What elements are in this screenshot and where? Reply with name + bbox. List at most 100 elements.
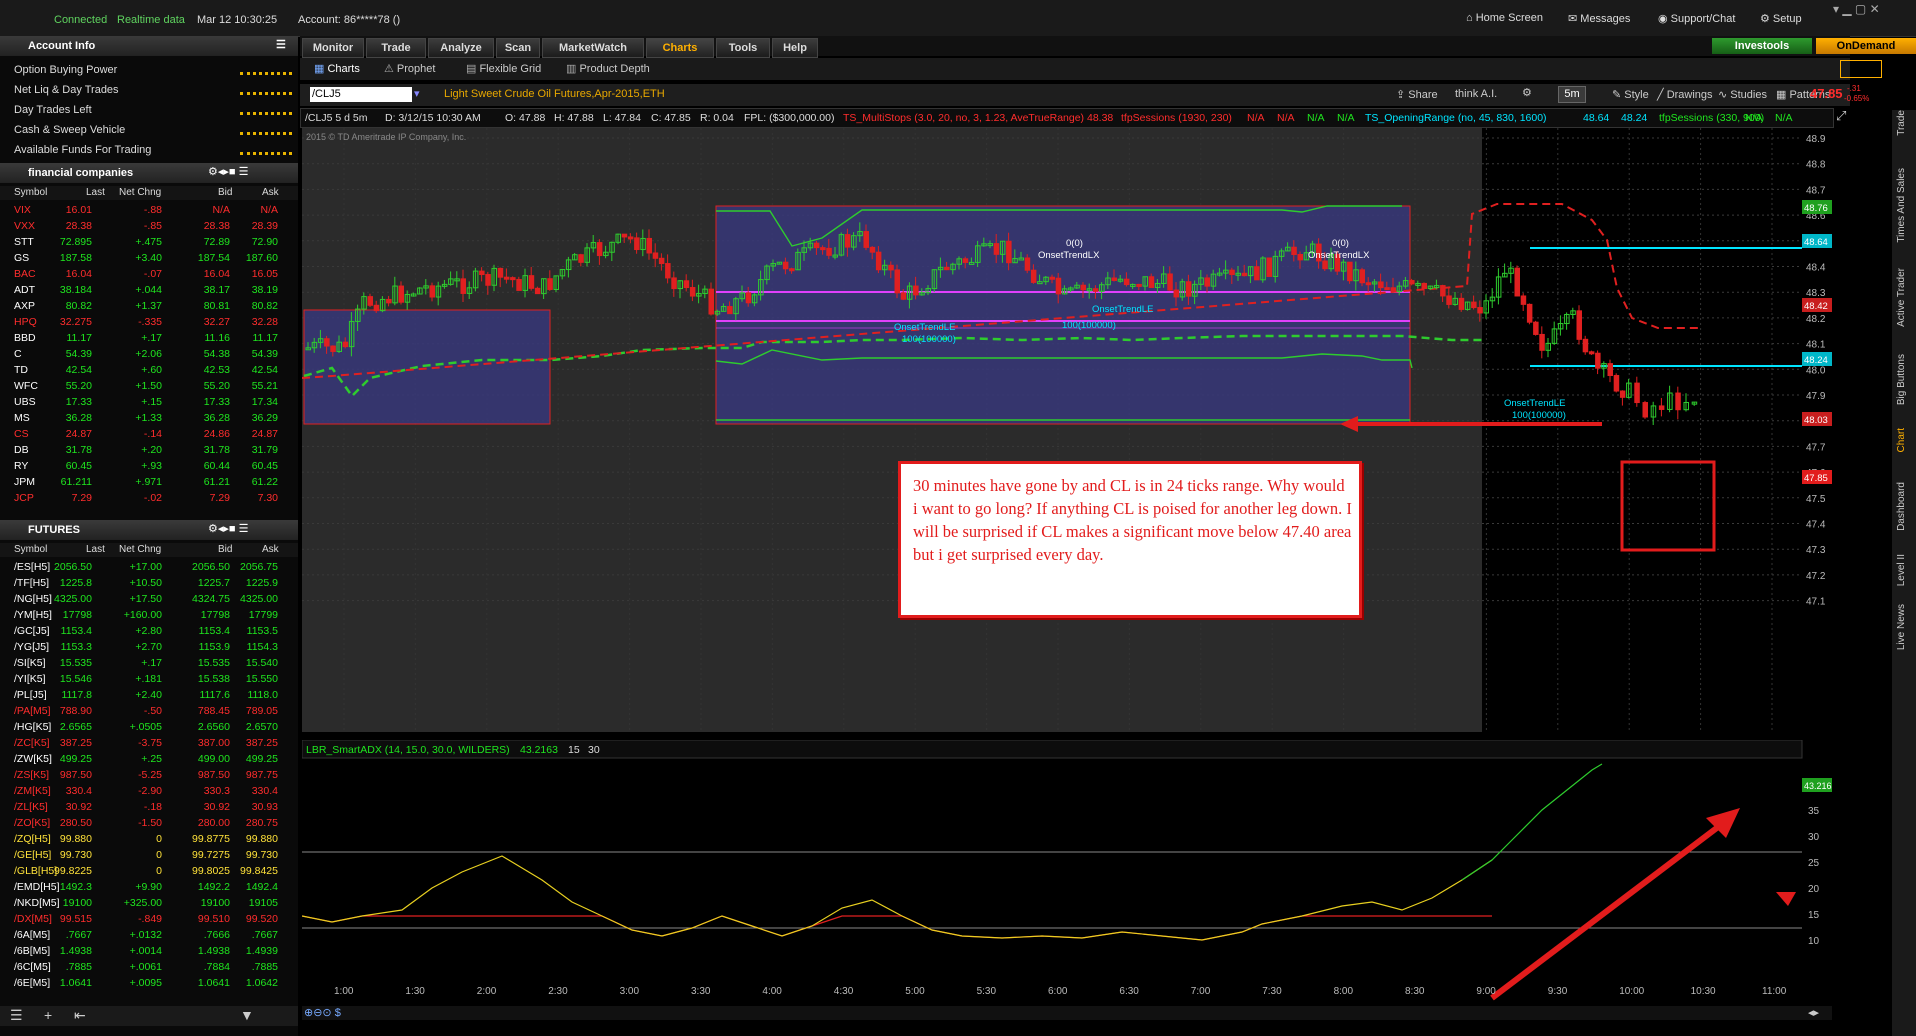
- investools-button[interactable]: Investools: [1712, 38, 1812, 54]
- side-tab-trade[interactable]: Trade: [1896, 110, 1907, 136]
- watchlist-row[interactable]: /6C[M5] .7885 +.0061 .7884 .7885: [0, 959, 280, 975]
- symbol-dropdown-icon[interactable]: ▾: [414, 87, 420, 100]
- chevron-down-icon[interactable]: ▼: [240, 1007, 254, 1023]
- watchlist-row[interactable]: /PA[M5] 788.90 -.50 788.45 789.05: [0, 703, 280, 719]
- col-symbol[interactable]: Symbol: [14, 544, 47, 555]
- watchlist-row[interactable]: /ZQ[H5] 99.880 0 99.8775 99.880: [0, 831, 280, 847]
- chart-expand-icon[interactable]: ⤢: [1836, 108, 1846, 124]
- watchlist-futures-header[interactable]: FUTURES ⚙◂▸■ ☰: [0, 520, 298, 540]
- watchlist-row[interactable]: /SI[K5] 15.535 +.17 15.535 15.540: [0, 655, 280, 671]
- watchlist-row[interactable]: ADT 38.184 +.044 38.17 38.19: [0, 282, 280, 298]
- watchlist-row[interactable]: /YG[J5] 1153.3 +2.70 1153.9 1154.3: [0, 639, 280, 655]
- studies-button[interactable]: ∿ Studies: [1718, 88, 1767, 101]
- watchlist-row[interactable]: /ZC[K5] 387.25 -3.75 387.00 387.25: [0, 735, 280, 751]
- tab-trade[interactable]: Trade: [366, 38, 426, 58]
- subtab-flexible-grid[interactable]: ▤ Flexible Grid: [466, 62, 541, 75]
- watchlist-row[interactable]: MS 36.28 +1.33 36.28 36.29: [0, 410, 280, 426]
- watchlist-financial-header[interactable]: financial companies ⚙◂▸■ ☰: [0, 163, 298, 183]
- watchlist-tools-icon[interactable]: ⚙◂▸■ ☰: [208, 165, 248, 178]
- watchlist-row[interactable]: /GLB[H5] 99.8225 0 99.8025 99.8425: [0, 863, 280, 879]
- watchlist-row[interactable]: CS 24.87 -.14 24.86 24.87: [0, 426, 280, 442]
- watchlist-row[interactable]: WFC 55.20 +1.50 55.20 55.21: [0, 378, 280, 394]
- col-netchng[interactable]: Net Chng: [119, 187, 161, 198]
- subtab-charts[interactable]: ▦ Charts: [314, 62, 360, 75]
- study-openingrange[interactable]: TS_OpeningRange (no, 45, 830, 1600): [1365, 112, 1547, 124]
- subtab-product-depth[interactable]: ▥ Product Depth: [566, 62, 650, 75]
- tab-scan[interactable]: Scan: [496, 38, 540, 58]
- study-tfpsessions-1[interactable]: tfpSessions (1930, 230): [1121, 112, 1232, 124]
- watchlist-row[interactable]: /NG[H5] 4325.00 +17.50 4324.75 4325.00: [0, 591, 280, 607]
- tab-monitor[interactable]: Monitor: [302, 38, 364, 58]
- list-icon[interactable]: ☰: [10, 1007, 23, 1024]
- account-info-header[interactable]: Account Info ☰: [0, 36, 298, 56]
- watchlist-row[interactable]: /6A[M5] .7667 +.0132 .7666 .7667: [0, 927, 280, 943]
- subtab-prophet[interactable]: ⚠ Prophet: [384, 62, 435, 75]
- col-bid[interactable]: Bid: [218, 187, 232, 198]
- watchlist-row[interactable]: /HG[K5] 2.6565 +.0505 2.6560 2.6570: [0, 719, 280, 735]
- watchlist-row[interactable]: /6E[M5] 1.0641 +.0095 1.0641 1.0642: [0, 975, 280, 991]
- watchlist-row[interactable]: /ZW[K5] 499.25 +.25 499.00 499.25: [0, 751, 280, 767]
- watchlist-row[interactable]: /ES[H5] 2056.50 +17.00 2056.50 2056.75: [0, 559, 280, 575]
- col-symbol[interactable]: Symbol: [14, 187, 47, 198]
- ondemand-button[interactable]: OnDemand: [1816, 38, 1916, 54]
- watchlist-row[interactable]: /GE[H5] 99.730 0 99.7275 99.730: [0, 847, 280, 863]
- watchlist-row[interactable]: /ZM[K5] 330.4 -2.90 330.3 330.4: [0, 783, 280, 799]
- side-tab-dashboard[interactable]: Dashboard: [1896, 482, 1907, 531]
- adx-indicator-panel[interactable]: LBR_SmartADX (14, 15.0, 30.0, WILDERS) 4…: [302, 740, 1832, 1006]
- side-tab-active-trader[interactable]: Active Trader: [1896, 268, 1907, 327]
- interval-selector[interactable]: 5m: [1558, 86, 1586, 103]
- menu-icon[interactable]: ☰: [276, 38, 286, 51]
- watchlist-row[interactable]: TD 42.54 +.60 42.53 42.54: [0, 362, 280, 378]
- watchlist-row[interactable]: /ZL[K5] 30.92 -.18 30.92 30.93: [0, 799, 280, 815]
- style-button[interactable]: ✎ Style: [1612, 88, 1649, 101]
- account-number[interactable]: Account: 86*****78 (): [298, 14, 400, 26]
- watchlist-row[interactable]: GS 187.58 +3.40 187.54 187.60: [0, 250, 280, 266]
- watchlist-row[interactable]: DB 31.78 +.20 31.78 31.79: [0, 442, 280, 458]
- messages-button[interactable]: ✉ Messages: [1568, 12, 1630, 25]
- side-tab-level-ii[interactable]: Level II: [1896, 554, 1907, 586]
- watchlist-row[interactable]: /6B[M5] 1.4938 +.0014 1.4938 1.4939: [0, 943, 280, 959]
- price-chart[interactable]: OnsetTrendLE 100(100000) OnsetTrendLX 0(…: [302, 128, 1832, 736]
- watchlist-row[interactable]: VIX 16.01 -.88 N/A N/A: [0, 202, 280, 218]
- watchlist-row[interactable]: /EMD[H5] 1492.3 +9.90 1492.2 1492.4: [0, 879, 280, 895]
- watchlist-row[interactable]: VXX 28.38 -.85 28.38 28.39: [0, 218, 280, 234]
- col-last[interactable]: Last: [86, 544, 105, 555]
- add-icon[interactable]: +: [44, 1007, 52, 1023]
- watchlist-row[interactable]: /ZO[K5] 280.50 -1.50 280.00 280.75: [0, 815, 280, 831]
- col-last[interactable]: Last: [86, 187, 105, 198]
- watchlist-row[interactable]: JPM 61.211 +.971 61.21 61.22: [0, 474, 280, 490]
- setup-button[interactable]: ⚙ Setup: [1760, 12, 1802, 25]
- symbol-input[interactable]: /CLJ5: [310, 87, 412, 102]
- tab-analyze[interactable]: Analyze: [428, 38, 494, 58]
- watchlist-row[interactable]: /ZS[K5] 987.50 -5.25 987.50 987.75: [0, 767, 280, 783]
- watchlist-row[interactable]: HPQ 32.275 -.335 32.27 32.28: [0, 314, 280, 330]
- col-bid[interactable]: Bid: [218, 544, 232, 555]
- watchlist-tools-icon[interactable]: ⚙◂▸■ ☰: [208, 522, 248, 535]
- watchlist-row[interactable]: /PL[J5] 1117.8 +2.40 1117.6 1118.0: [0, 687, 280, 703]
- watchlist-row[interactable]: C 54.39 +2.06 54.38 54.39: [0, 346, 280, 362]
- study-multistops[interactable]: TS_MultiStops (3.0, 20, no, 3, 1.23, Ave…: [843, 112, 1084, 124]
- watchlist-row[interactable]: STT 72.895 +.475 72.89 72.90: [0, 234, 280, 250]
- drawings-button[interactable]: ╱ Drawings: [1657, 88, 1713, 101]
- think-ai-button[interactable]: think A.I.: [1455, 88, 1497, 100]
- support-chat-button[interactable]: ◉ Support/Chat: [1658, 12, 1735, 25]
- col-netchng[interactable]: Net Chng: [119, 544, 161, 555]
- home-screen-button[interactable]: ⌂ Home Screen: [1466, 12, 1543, 24]
- watchlist-row[interactable]: /GC[J5] 1153.4 +2.80 1153.4 1153.5: [0, 623, 280, 639]
- watchlist-row[interactable]: BBD 11.17 +.17 11.16 11.17: [0, 330, 280, 346]
- tab-tools[interactable]: Tools: [716, 38, 770, 58]
- watchlist-row[interactable]: /NKD[M5] 19100 +325.00 19100 19105: [0, 895, 280, 911]
- scroll-arrows-icon[interactable]: ◂▸: [1808, 1006, 1819, 1019]
- col-ask[interactable]: Ask: [262, 544, 279, 555]
- watchlist-row[interactable]: /DX[M5] 99.515 -.849 99.510 99.520: [0, 911, 280, 927]
- watchlist-row[interactable]: /TF[H5] 1225.8 +10.50 1225.7 1225.9: [0, 575, 280, 591]
- watchlist-row[interactable]: RY 60.45 +.93 60.44 60.45: [0, 458, 280, 474]
- side-tab-times-and-sales[interactable]: Times And Sales: [1896, 168, 1907, 243]
- tab-marketwatch[interactable]: MarketWatch: [542, 38, 644, 58]
- col-ask[interactable]: Ask: [262, 187, 279, 198]
- ondemand-display[interactable]: [1840, 60, 1882, 78]
- side-tab-big-buttons[interactable]: Big Buttons: [1896, 354, 1907, 405]
- zoom-controls-icon[interactable]: ⊕⊖⊙ $: [304, 1006, 341, 1019]
- tab-charts[interactable]: Charts: [646, 38, 714, 58]
- settings-icon[interactable]: ⚙: [1522, 86, 1532, 99]
